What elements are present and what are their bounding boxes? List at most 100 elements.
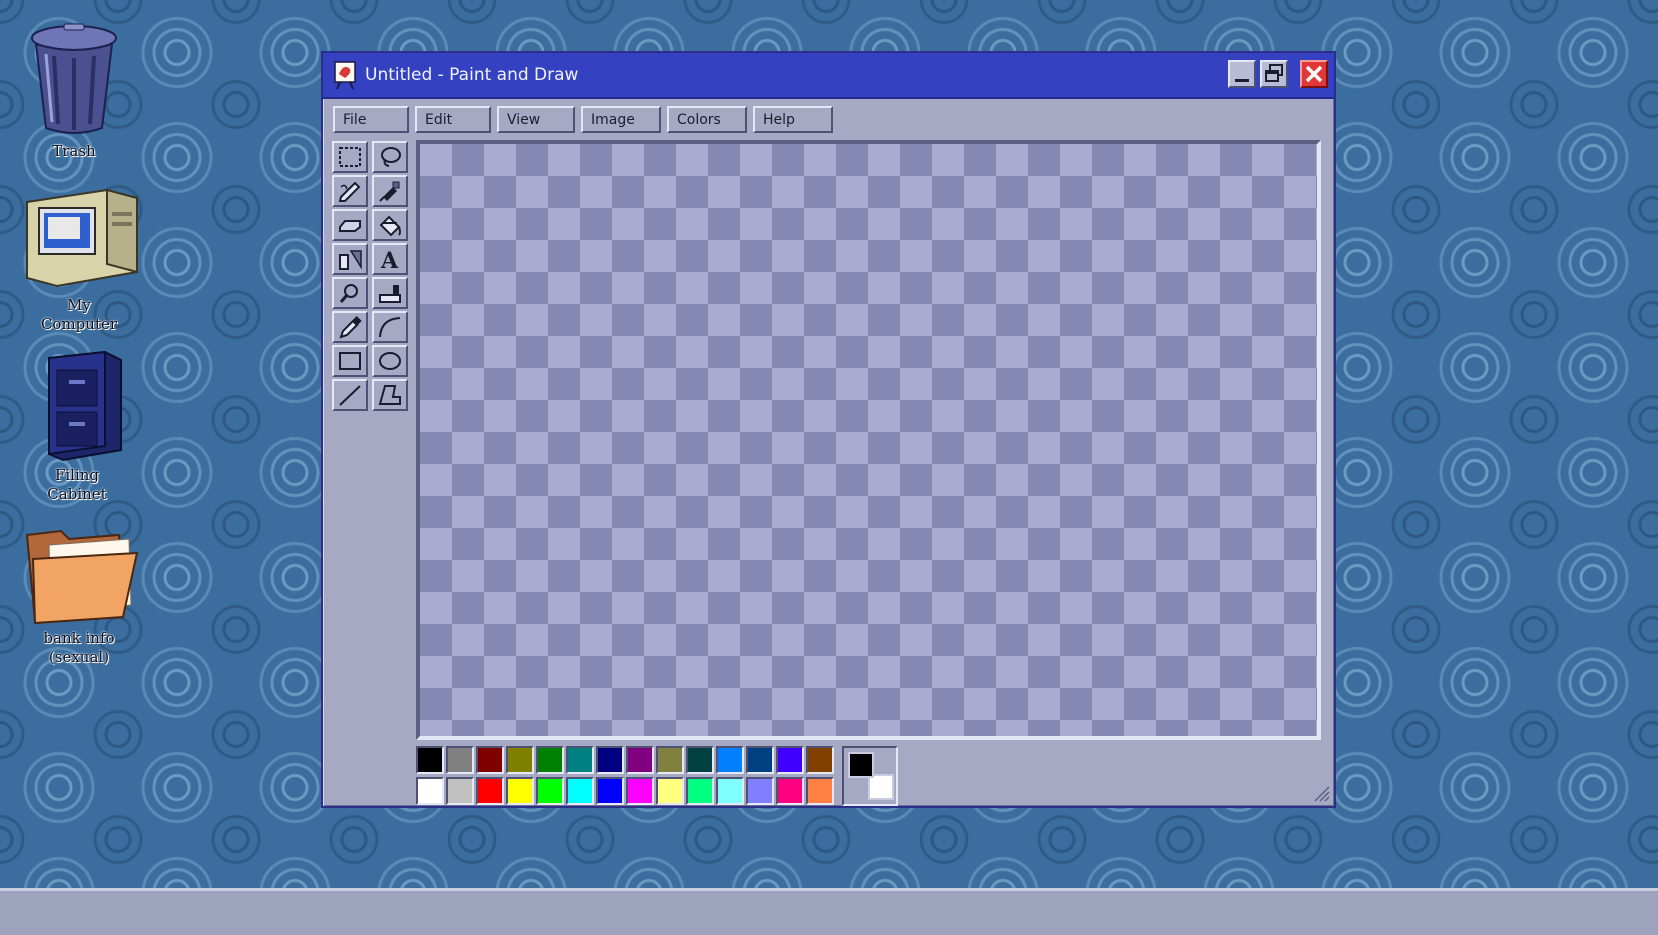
color-swatch[interactable] xyxy=(536,777,564,805)
curve-icon xyxy=(379,317,401,338)
color-swatch[interactable] xyxy=(806,746,834,774)
color-swatch[interactable] xyxy=(806,777,834,805)
menu-view[interactable]: View xyxy=(497,106,575,133)
taskbar xyxy=(0,888,1658,935)
color-swatch[interactable] xyxy=(626,746,654,774)
desktop-icon-filing-cabinet[interactable]: Filing Cabinet xyxy=(12,350,142,504)
restore-button[interactable] xyxy=(1260,60,1288,88)
color-swatch[interactable] xyxy=(716,777,744,805)
color-swatch[interactable] xyxy=(716,746,744,774)
tool-fill[interactable] xyxy=(372,209,408,241)
title-bar[interactable]: Untitled - Paint and Draw xyxy=(323,53,1334,99)
menu-colors[interactable]: Colors xyxy=(667,106,747,133)
rectangle-icon xyxy=(339,352,361,370)
lasso-icon xyxy=(381,147,401,167)
menu-label: Edit xyxy=(425,112,453,128)
desktop-icon-label: Trash xyxy=(52,142,96,160)
magnifier-icon xyxy=(339,284,358,303)
desktop-icon-label: My Computer xyxy=(40,296,118,333)
color-swatch[interactable] xyxy=(446,746,474,774)
menu-help[interactable]: Help xyxy=(753,106,833,133)
tool-polygon[interactable] xyxy=(372,379,408,411)
brush-icon xyxy=(379,285,401,303)
desktop-icon-bank-info[interactable]: bank info (sexual) xyxy=(14,525,144,667)
color-swatch[interactable] xyxy=(656,777,684,805)
color-swatch[interactable] xyxy=(476,777,504,805)
paint-app-icon xyxy=(334,61,356,90)
window-title: Untitled - Paint and Draw xyxy=(365,65,579,85)
tool-brush[interactable] xyxy=(372,277,408,309)
color-swatch[interactable] xyxy=(416,746,444,774)
rect-select-icon xyxy=(339,147,361,167)
paint-bucket-icon xyxy=(379,215,401,237)
ellipse-icon xyxy=(379,352,401,370)
color-swatch[interactable] xyxy=(776,777,804,805)
tool-stamp[interactable] xyxy=(332,243,368,275)
menu-label: View xyxy=(507,112,541,128)
tool-pencil[interactable] xyxy=(332,175,368,207)
tool-rect-select[interactable] xyxy=(332,141,368,173)
line-icon xyxy=(339,385,361,406)
minimize-button[interactable] xyxy=(1228,60,1256,88)
close-icon xyxy=(1305,65,1323,83)
desktop-icon-label: Filing Cabinet xyxy=(47,466,107,503)
text-icon: A xyxy=(380,248,399,271)
resize-grip-icon[interactable] xyxy=(1312,784,1330,802)
color-swatch[interactable] xyxy=(506,777,534,805)
color-swatch[interactable] xyxy=(566,777,594,805)
pencil-icon xyxy=(338,181,361,202)
filing-cabinet-icon xyxy=(48,350,122,462)
color-swatch[interactable] xyxy=(626,777,654,805)
menu-label: Help xyxy=(763,112,795,128)
stamp-icon xyxy=(339,250,362,270)
folder-icon xyxy=(25,529,139,625)
color-swatch[interactable] xyxy=(686,777,714,805)
eyedropper-icon xyxy=(339,316,362,339)
color-swatch[interactable] xyxy=(746,746,774,774)
tool-free-select[interactable] xyxy=(372,141,408,173)
menu-label: File xyxy=(343,112,367,128)
polygon-icon xyxy=(378,385,401,405)
color-swatch[interactable] xyxy=(566,746,594,774)
color-swatch[interactable] xyxy=(506,746,534,774)
color-swatch[interactable] xyxy=(746,777,774,805)
color-swatch[interactable] xyxy=(416,777,444,805)
svg-text:A: A xyxy=(380,248,399,271)
color-swatch[interactable] xyxy=(596,777,624,805)
tool-zoom[interactable] xyxy=(332,277,368,309)
desktop-icon-label: bank info (sexual) xyxy=(43,629,115,666)
tool-eraser[interactable] xyxy=(332,209,368,241)
current-colors[interactable] xyxy=(842,746,898,806)
tool-text[interactable]: A xyxy=(372,243,408,275)
color-swatch[interactable] xyxy=(686,746,714,774)
desktop-icon-my-computer[interactable]: My Computer xyxy=(14,182,144,334)
menu-label: Colors xyxy=(677,112,721,128)
desktop-icon-trash[interactable]: Trash xyxy=(9,18,139,161)
tool-rectangle[interactable] xyxy=(332,345,368,377)
trash-icon xyxy=(31,23,117,134)
tool-airbrush[interactable] xyxy=(372,175,408,207)
paint-window[interactable]: Untitled - Paint and Draw File Edit View… xyxy=(321,51,1336,808)
foreground-color[interactable] xyxy=(848,752,874,778)
tool-color-picker[interactable] xyxy=(332,311,368,343)
color-swatch[interactable] xyxy=(596,746,624,774)
restore-icon xyxy=(1265,64,1283,82)
airbrush-icon xyxy=(379,181,400,202)
menu-edit[interactable]: Edit xyxy=(415,106,491,133)
tool-line[interactable] xyxy=(332,379,368,411)
drawing-canvas[interactable] xyxy=(420,144,1317,736)
tool-ellipse[interactable] xyxy=(372,345,408,377)
canvas-frame xyxy=(416,140,1321,740)
eraser-icon xyxy=(339,220,361,232)
menu-file[interactable]: File xyxy=(333,106,409,133)
color-swatch[interactable] xyxy=(776,746,804,774)
minimize-icon xyxy=(1235,79,1249,82)
color-swatch[interactable] xyxy=(536,746,564,774)
color-swatch[interactable] xyxy=(476,746,504,774)
tool-curve[interactable] xyxy=(372,311,408,343)
close-button[interactable] xyxy=(1300,60,1328,88)
color-swatch[interactable] xyxy=(656,746,684,774)
computer-icon xyxy=(25,188,138,288)
color-swatch[interactable] xyxy=(446,777,474,805)
menu-image[interactable]: Image xyxy=(581,106,661,133)
